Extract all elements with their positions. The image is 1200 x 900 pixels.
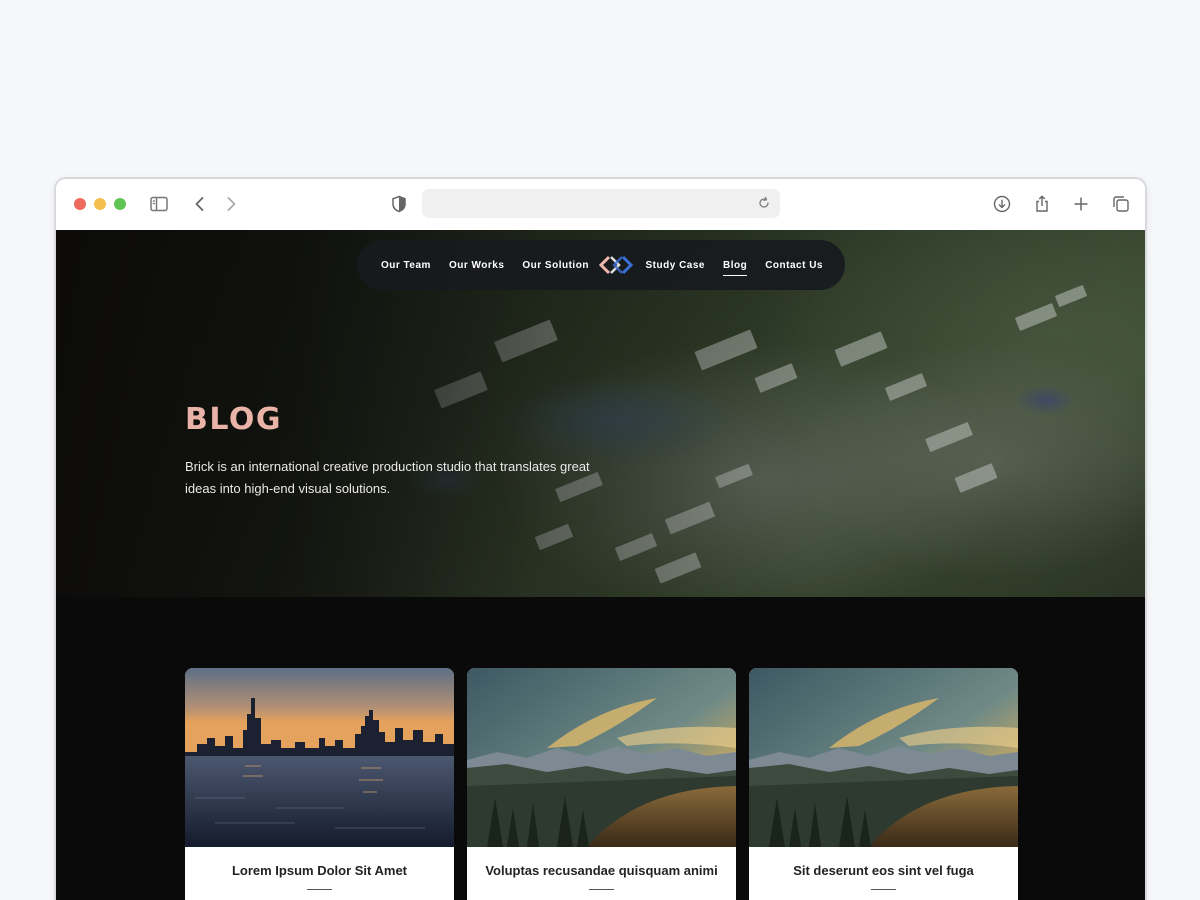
- minimize-window-button[interactable]: [94, 198, 106, 210]
- blog-card-title[interactable]: Voluptas recusandae quisquam animi: [467, 863, 736, 878]
- nav-item-our-team[interactable]: Our Team: [381, 260, 431, 271]
- mountain-landscape-sunset-photo[interactable]: [467, 668, 736, 847]
- nav-right-group: Study Case Blog Contact Us: [646, 260, 823, 276]
- hero-banner-image: Our Team Our Works Our Solution Study Ca…: [56, 230, 1145, 597]
- title-divider: [871, 889, 896, 890]
- download-icon[interactable]: [990, 192, 1014, 216]
- nav-item-our-solution[interactable]: Our Solution: [522, 260, 589, 271]
- shield-icon[interactable]: [387, 192, 411, 216]
- blog-card-title[interactable]: Sit deserunt eos sint vel fuga: [749, 863, 1018, 878]
- forward-icon[interactable]: [219, 192, 243, 216]
- address-bar[interactable]: [422, 189, 780, 218]
- blog-card[interactable]: Sit deserunt eos sint vel fuga: [749, 668, 1018, 900]
- hero-description: Brick is an international creative produ…: [185, 459, 590, 496]
- nav-item-study-case[interactable]: Study Case: [646, 260, 705, 271]
- nav-left-group: Our Team Our Works Our Solution: [381, 260, 589, 271]
- blog-card[interactable]: Lorem Ipsum Dolor Sit Amet: [185, 668, 454, 900]
- brand-logo[interactable]: [597, 253, 637, 277]
- title-divider: [307, 889, 332, 890]
- share-icon[interactable]: [1030, 192, 1054, 216]
- close-window-button[interactable]: [74, 198, 86, 210]
- page-title: BLOG: [185, 402, 283, 437]
- sidebar-icon[interactable]: [147, 192, 171, 216]
- tabs-overview-icon[interactable]: [1109, 192, 1133, 216]
- maximize-window-button[interactable]: [114, 198, 126, 210]
- main-navigation: Our Team Our Works Our Solution Study Ca…: [357, 240, 845, 290]
- browser-toolbar: [56, 179, 1145, 230]
- nav-item-our-works[interactable]: Our Works: [449, 260, 504, 271]
- title-divider: [589, 889, 614, 890]
- blog-card[interactable]: Voluptas recusandae quisquam animi: [467, 668, 736, 900]
- nav-item-blog[interactable]: Blog: [722, 260, 748, 276]
- web-page: Our Team Our Works Our Solution Study Ca…: [56, 230, 1145, 900]
- city-skyline-sunset-photo[interactable]: [185, 668, 454, 847]
- blog-card-title[interactable]: Lorem Ipsum Dolor Sit Amet: [185, 863, 454, 878]
- back-icon[interactable]: [188, 192, 212, 216]
- blog-post-grid: Lorem Ipsum Dolor Sit Amet Voluptas recu…: [185, 668, 1019, 900]
- new-tab-icon[interactable]: [1069, 192, 1093, 216]
- browser-window: Our Team Our Works Our Solution Study Ca…: [54, 177, 1147, 900]
- nav-item-contact-us[interactable]: Contact Us: [765, 260, 823, 271]
- mountain-landscape-sunset-photo[interactable]: [749, 668, 1018, 847]
- reload-icon[interactable]: [754, 193, 774, 213]
